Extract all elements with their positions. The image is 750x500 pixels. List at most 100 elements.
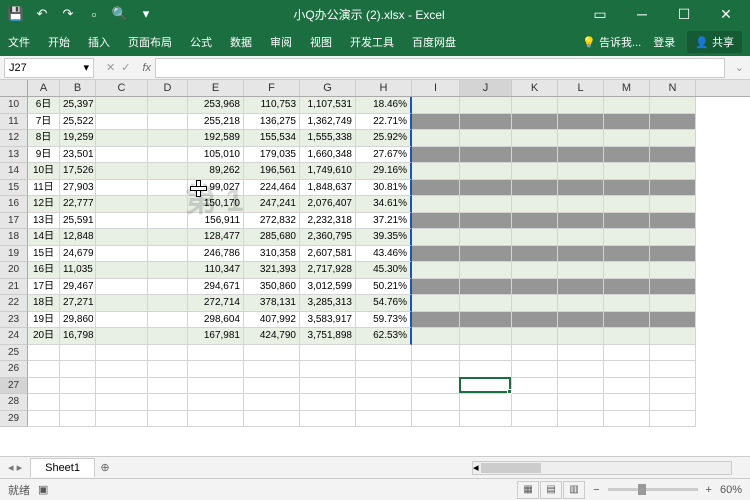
cell[interactable] (412, 328, 460, 345)
cell[interactable] (60, 361, 96, 378)
cell[interactable] (300, 345, 356, 362)
cell[interactable] (244, 394, 300, 411)
cell[interactable] (412, 312, 460, 329)
name-box[interactable]: J27▾ (4, 58, 94, 78)
tab-layout[interactable]: 页面布局 (128, 34, 172, 50)
cell[interactable]: 128,477 (188, 229, 244, 246)
cell[interactable] (512, 163, 558, 180)
cell[interactable] (460, 295, 512, 312)
cell[interactable] (412, 97, 460, 114)
cell[interactable] (188, 411, 244, 428)
cell[interactable] (512, 196, 558, 213)
share-button[interactable]: 👤 共享 (687, 31, 742, 53)
cell[interactable]: 1,848,637 (300, 180, 356, 197)
qat-dropdown-icon[interactable]: ▾ (134, 3, 158, 25)
cell[interactable] (604, 328, 650, 345)
cell[interactable] (650, 213, 696, 230)
cell[interactable]: 1,555,338 (300, 130, 356, 147)
cell[interactable] (558, 213, 604, 230)
cell[interactable] (188, 378, 244, 395)
cell[interactable] (96, 246, 148, 263)
cell[interactable]: 89,262 (188, 163, 244, 180)
cell[interactable] (558, 130, 604, 147)
cell[interactable] (96, 163, 148, 180)
cell[interactable] (650, 163, 696, 180)
cell[interactable] (412, 114, 460, 131)
cell[interactable] (558, 163, 604, 180)
cell[interactable] (148, 163, 188, 180)
cell[interactable] (460, 196, 512, 213)
cell[interactable] (558, 345, 604, 362)
cell[interactable] (96, 345, 148, 362)
cell[interactable] (650, 394, 696, 411)
maximize-icon[interactable]: ☐ (664, 3, 704, 25)
cell[interactable] (60, 394, 96, 411)
cell[interactable]: 50.21% (356, 279, 412, 296)
cell[interactable]: 12,848 (60, 229, 96, 246)
cell[interactable] (96, 295, 148, 312)
row-header[interactable]: 11 (0, 114, 28, 131)
cell[interactable]: 285,680 (244, 229, 300, 246)
cell[interactable] (650, 312, 696, 329)
zoom-slider[interactable] (608, 488, 698, 491)
cell[interactable]: 224,464 (244, 180, 300, 197)
cell[interactable] (650, 328, 696, 345)
col-header[interactable]: K (512, 80, 558, 96)
cell[interactable]: 7日 (28, 114, 60, 131)
cell[interactable] (28, 345, 60, 362)
cell[interactable] (244, 378, 300, 395)
cell[interactable] (28, 411, 60, 428)
cell[interactable] (460, 246, 512, 263)
cell[interactable]: 192,589 (188, 130, 244, 147)
ribbon-options-icon[interactable]: ▭ (580, 3, 620, 25)
cell[interactable] (96, 312, 148, 329)
cell[interactable]: 30.81% (356, 180, 412, 197)
row-header[interactable]: 21 (0, 279, 28, 296)
row-header[interactable]: 10 (0, 97, 28, 114)
col-header[interactable]: H (356, 80, 412, 96)
cell[interactable] (558, 97, 604, 114)
new-icon[interactable]: ▫ (82, 3, 106, 25)
cell[interactable] (650, 295, 696, 312)
cell[interactable] (188, 361, 244, 378)
accept-formula-icon[interactable]: ✓ (121, 61, 130, 74)
cell[interactable] (148, 411, 188, 428)
cell[interactable] (650, 147, 696, 164)
cell[interactable] (512, 394, 558, 411)
cell[interactable] (512, 114, 558, 131)
cell[interactable] (96, 361, 148, 378)
row-header[interactable]: 25 (0, 345, 28, 362)
cell[interactable] (300, 378, 356, 395)
cell[interactable] (558, 411, 604, 428)
cell[interactable]: 246,786 (188, 246, 244, 263)
tab-data[interactable]: 数据 (230, 34, 252, 50)
macro-record-icon[interactable]: ▣ (38, 483, 48, 496)
cell[interactable]: 19日 (28, 312, 60, 329)
cell[interactable]: 54.76% (356, 295, 412, 312)
cell[interactable] (96, 97, 148, 114)
cell[interactable] (460, 213, 512, 230)
cell[interactable] (412, 361, 460, 378)
cell[interactable]: 294,671 (188, 279, 244, 296)
col-header[interactable]: F (244, 80, 300, 96)
cell[interactable] (460, 163, 512, 180)
cell[interactable] (96, 411, 148, 428)
cell[interactable] (604, 279, 650, 296)
cell[interactable] (28, 378, 60, 395)
cell[interactable]: 6日 (28, 97, 60, 114)
cell[interactable]: 9日 (28, 147, 60, 164)
cell[interactable]: 25,522 (60, 114, 96, 131)
cell[interactable] (460, 345, 512, 362)
cell[interactable]: 1,107,531 (300, 97, 356, 114)
cell[interactable] (60, 411, 96, 428)
col-header[interactable]: G (300, 80, 356, 96)
cell[interactable] (148, 394, 188, 411)
cell[interactable]: 105,010 (188, 147, 244, 164)
col-header[interactable]: M (604, 80, 650, 96)
cell[interactable] (512, 328, 558, 345)
cell[interactable]: 155,534 (244, 130, 300, 147)
cell[interactable] (412, 295, 460, 312)
cell[interactable] (460, 180, 512, 197)
cell[interactable]: 2,076,407 (300, 196, 356, 213)
row-header[interactable]: 18 (0, 229, 28, 246)
